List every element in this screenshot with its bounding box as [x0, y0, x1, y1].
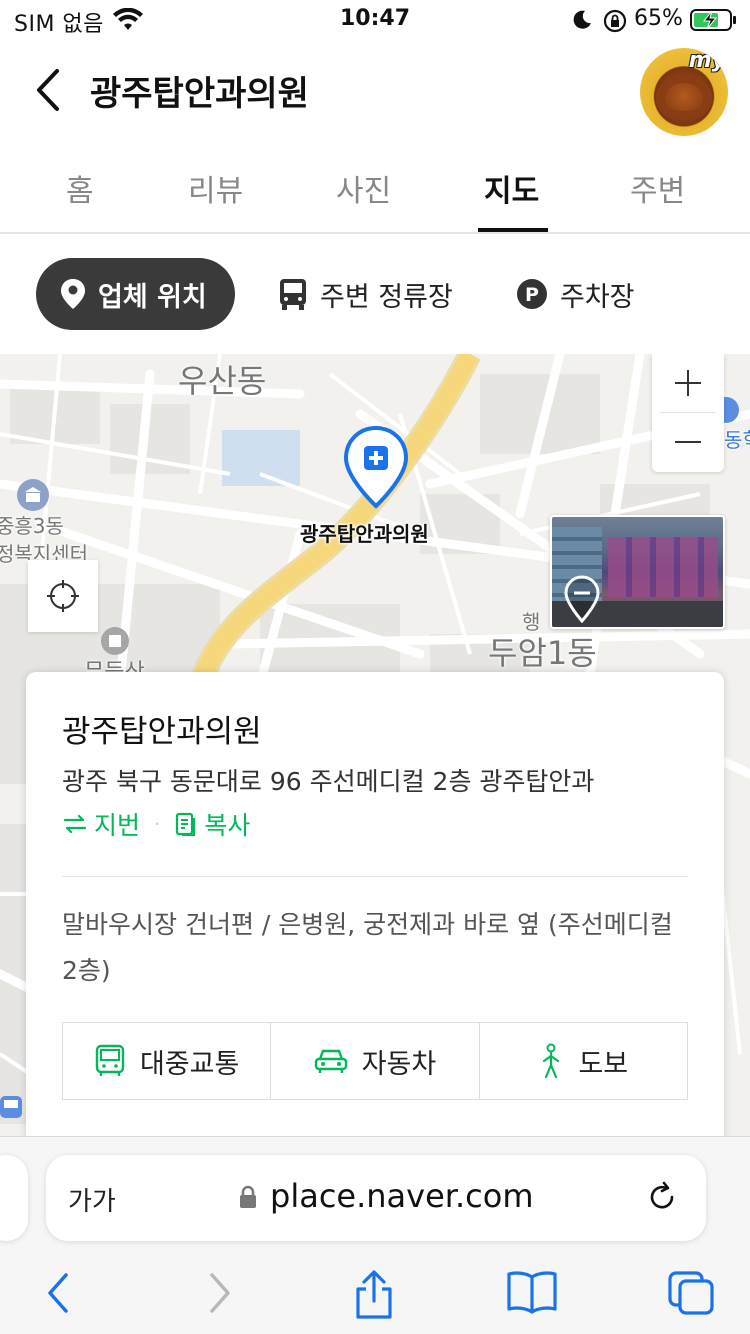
pretzel-image: [656, 74, 712, 120]
lot-number-button[interactable]: 지번: [62, 806, 140, 842]
bookmarks-icon: [507, 1271, 557, 1314]
lot-number-label: 지번: [94, 811, 141, 840]
moon-icon: [570, 8, 594, 36]
bus-front-icon: [94, 1044, 126, 1078]
address-bar[interactable]: 가가 place.naver.com: [46, 1155, 706, 1241]
reload-icon: [650, 1181, 674, 1209]
card-divider: [62, 876, 688, 877]
safari-bottom-toolbar: [0, 1265, 750, 1325]
place-info-card: 광주탑안과의원 광주 북구 동문대로 96 주선메디컬 2층 광주탑안과 지번 …: [26, 672, 724, 1142]
tab-bar: 홈 리뷰 사진 지도 주변: [0, 142, 750, 234]
back-arrow-icon: [48, 1273, 68, 1313]
hospital-marker-icon: [343, 425, 409, 509]
chip-label: 주변 정류장: [320, 281, 453, 313]
share-button[interactable]: [352, 1269, 396, 1325]
tab-home[interactable]: 홈: [66, 166, 94, 210]
transport-options: 대중교통 자동차 도보: [62, 1022, 688, 1100]
reload-button[interactable]: [644, 1179, 680, 1219]
lock-icon: [238, 1185, 258, 1213]
forward-arrow-button[interactable]: [204, 1269, 236, 1321]
chevron-left-icon: [37, 69, 59, 111]
chip-label: 주차장: [560, 281, 635, 313]
battery-percent: 65%: [634, 6, 683, 31]
zoom-out-button[interactable]: [652, 413, 724, 471]
back-arrow-button[interactable]: [42, 1269, 74, 1321]
browser-toolbar: 가가 place.naver.com: [0, 1136, 750, 1334]
map-filter-chips: 업체 위치 주변 정류장 P 주차장: [0, 236, 750, 354]
bookmarks-button[interactable]: [506, 1269, 558, 1319]
government-office-icon: [16, 478, 50, 516]
transport-label: 대중교통: [139, 1048, 240, 1080]
address-actions: 지번 · 복사: [62, 806, 250, 842]
previous-tab-preview[interactable]: [0, 1155, 28, 1241]
swap-arrows-icon: [63, 814, 87, 834]
bus-stop-map-icon: [0, 1096, 24, 1130]
battery-charging-icon: [690, 8, 738, 36]
place-address: 광주 북구 동문대로 96 주선메디컬 2층 광주탑안과: [62, 767, 595, 796]
car-icon: [314, 1047, 348, 1075]
building-poi-icon: [100, 626, 130, 660]
zoom-control: [652, 354, 724, 472]
status-bar: SIM 없음 10:47 65%: [0, 0, 750, 42]
share-icon: [356, 1270, 392, 1319]
my-avatar-button[interactable]: my: [640, 48, 728, 136]
tabs-button[interactable]: [666, 1269, 716, 1321]
place-name: 광주탑안과의원: [62, 714, 262, 750]
walk-button[interactable]: 도보: [480, 1023, 687, 1099]
transport-label: 자동차: [361, 1048, 437, 1080]
street-view-pin-icon: [564, 575, 600, 627]
map-label-haeng: 행: [522, 610, 541, 634]
tab-nearby[interactable]: 주변: [630, 166, 685, 210]
chip-parking[interactable]: P 주차장: [516, 258, 635, 330]
active-tab-indicator: [478, 228, 548, 232]
text-size-button[interactable]: 가가: [68, 1181, 116, 1218]
action-separator: ·: [154, 812, 161, 836]
tabs-icon: [668, 1271, 714, 1315]
walking-icon: [538, 1043, 564, 1079]
forward-arrow-icon: [210, 1273, 230, 1313]
back-button[interactable]: [24, 64, 72, 116]
tab-map[interactable]: 지도: [484, 166, 539, 210]
place-marker[interactable]: [343, 425, 409, 514]
car-button[interactable]: 자동차: [271, 1023, 480, 1099]
svg-text:P: P: [525, 284, 539, 306]
transport-label: 도보: [578, 1048, 629, 1080]
app-header: 광주탑안과의원 my: [0, 42, 750, 142]
map-label-duam: 두암1동: [488, 634, 597, 672]
tab-review[interactable]: 리뷰: [188, 166, 243, 210]
chip-nearby-stops[interactable]: 주변 정류장: [278, 258, 453, 330]
crosshair-icon: [47, 580, 79, 612]
street-view-signage: [608, 537, 718, 597]
chip-business-location[interactable]: 업체 위치: [36, 258, 235, 330]
copy-icon: [176, 812, 196, 836]
plus-icon: [675, 370, 701, 396]
location-pin-icon: [60, 278, 86, 310]
chip-label: 업체 위치: [98, 281, 207, 313]
copy-button[interactable]: 복사: [174, 806, 250, 842]
marker-label: 광주탑안과의원: [300, 522, 429, 546]
public-transit-button[interactable]: 대중교통: [63, 1023, 272, 1099]
page-title: 광주탑안과의원: [90, 74, 309, 114]
copy-label: 복사: [204, 811, 251, 840]
minus-icon: [675, 441, 701, 443]
my-label: my: [688, 48, 726, 73]
zoom-in-button[interactable]: [652, 354, 724, 412]
current-location-button[interactable]: [28, 560, 98, 632]
street-view-thumbnail[interactable]: [550, 515, 725, 629]
rotation-lock-icon: [602, 8, 628, 38]
bus-icon: [278, 277, 308, 311]
map-label-right-edge: 동힉: [724, 428, 750, 452]
url-text: place.naver.com: [270, 1177, 534, 1215]
map-label-usan: 우산동: [178, 362, 267, 400]
directions-note: 말바우시장 건너편 / 은병원, 궁전제과 바로 옆 (주선메디컬 2층): [62, 910, 673, 985]
parking-icon: P: [516, 278, 548, 310]
tab-photo[interactable]: 사진: [336, 166, 391, 210]
